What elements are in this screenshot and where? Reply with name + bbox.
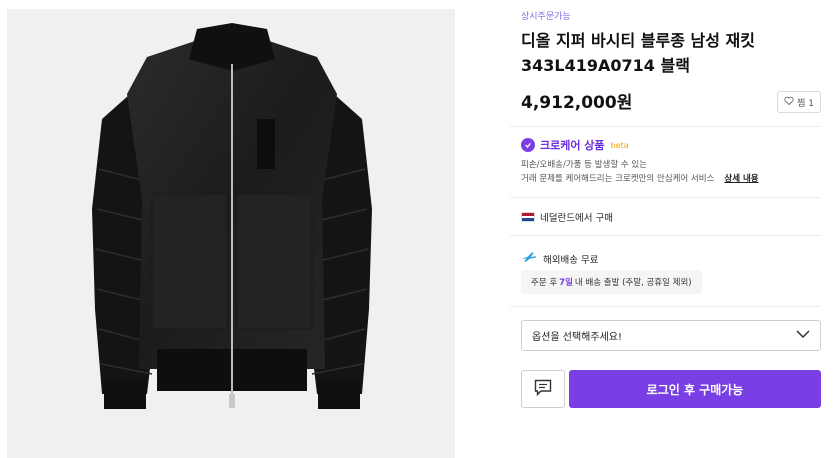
like-button[interactable]: 찜 1 — [777, 91, 821, 113]
care-description-2: 거래 문제를 케어해드리는 크로켓만의 안심케어 서비스 — [521, 174, 715, 184]
shipping-row: 해외배송 무료 — [521, 251, 598, 266]
product-price: 4,912,000원 — [521, 93, 633, 113]
chevron-down-icon — [796, 330, 810, 341]
chat-button[interactable] — [521, 370, 565, 408]
divider — [510, 235, 821, 236]
origin-country: 네덜란드 — [540, 213, 575, 224]
divider — [510, 126, 821, 127]
option-select[interactable]: 옵션을 선택해주세요! — [521, 320, 821, 351]
divider — [510, 306, 821, 307]
product-image[interactable] — [7, 9, 455, 458]
shipping-note: 주문 후 7일 내 배송 출발 (주말, 공휴일 제외) — [521, 270, 702, 294]
care-title: 크로케어 상품 — [540, 139, 605, 152]
like-count: 찜 1 — [797, 98, 814, 109]
jacket-illustration — [92, 23, 372, 409]
airplane-icon — [521, 251, 537, 266]
care-details-link[interactable]: 상세 내용 — [724, 172, 758, 184]
chat-icon — [534, 379, 552, 400]
buy-button[interactable]: 로그인 후 구매가능 — [569, 370, 821, 408]
care-badge: 크로케어 상품 beta — [521, 137, 629, 153]
shipping-label: 해외배송 무료 — [543, 254, 599, 266]
netherlands-flag-icon — [521, 212, 535, 222]
care-icon — [521, 138, 535, 152]
product-title: 디올 지퍼 바시티 블루종 남성 재킷 343L419A0714 블랙 — [521, 31, 755, 75]
origin-row: 네덜란드에서 구매 — [521, 210, 613, 224]
care-description: 피손/오배송/가품 등 발생할 수 있는 — [521, 160, 648, 170]
origin-suffix: 에서 구매 — [574, 213, 613, 224]
option-placeholder: 옵션을 선택해주세요! — [532, 332, 622, 343]
heart-icon — [784, 96, 794, 108]
beta-label: beta — [610, 140, 629, 150]
shipping-note-suffix: 내 배송 출발 (주말, 공휴일 제외) — [574, 278, 692, 288]
divider — [510, 197, 821, 198]
shipping-note-prefix: 주문 후 — [531, 278, 558, 288]
availability-tag: 상시주문가능 — [521, 12, 571, 22]
shipping-days: 7일 — [559, 278, 573, 288]
